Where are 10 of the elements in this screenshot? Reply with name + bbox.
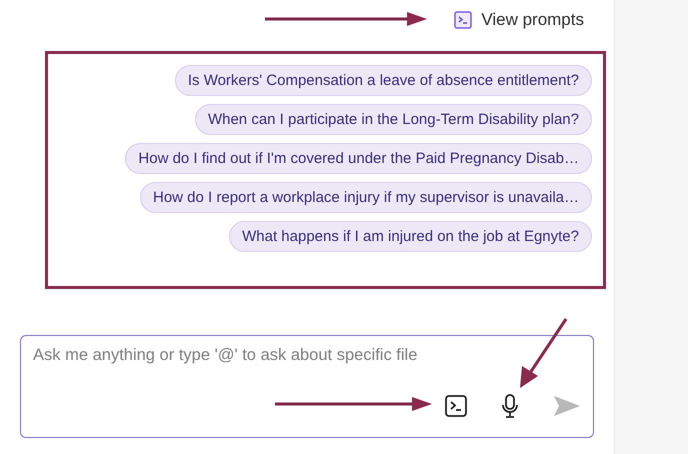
prompts-icon[interactable]: [445, 395, 467, 417]
prompt-chip[interactable]: What happens if I am injured on the job at Egnyte?: [229, 221, 592, 252]
prompt-chip[interactable]: How do I report a workplace injury if my supervisor is unavaila…: [140, 182, 592, 213]
annotation-arrow: [518, 318, 568, 388]
prompt-chip[interactable]: When can I participate in the Long-Term Disability plan?: [194, 104, 592, 135]
prompts-icon: [454, 11, 472, 29]
microphone-icon[interactable]: [501, 394, 519, 418]
prompt-chip[interactable]: Is Workers' Compensation a leave of absence entitlement?: [174, 65, 592, 96]
view-prompts-button[interactable]: View prompts: [454, 8, 584, 32]
prompt-chip[interactable]: How do I find out if I'm covered under the Paid Pregnancy Disab…: [125, 143, 592, 174]
